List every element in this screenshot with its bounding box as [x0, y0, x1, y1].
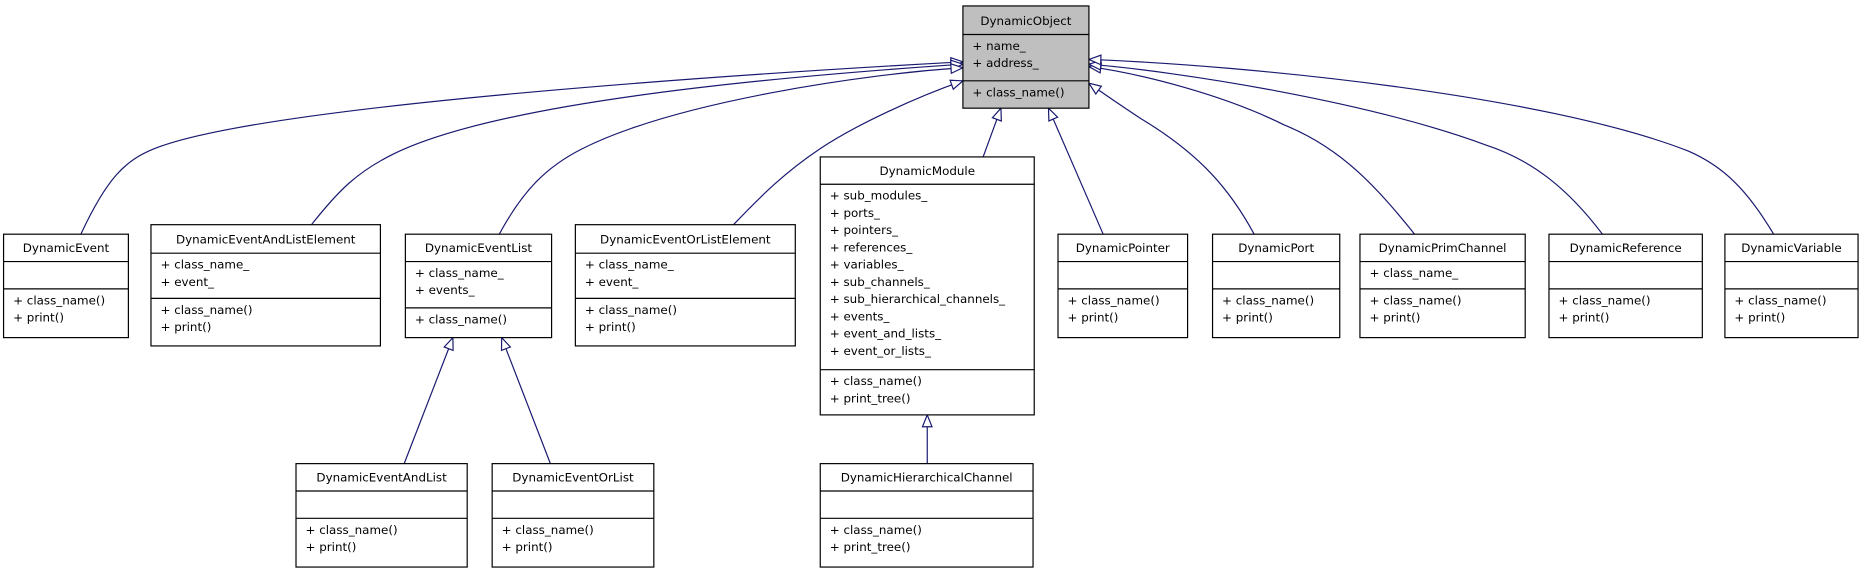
- class-method: + print_tree(): [830, 391, 911, 405]
- class-node-dynamic-event-or-list[interactable]: DynamicEventOrList + class_name() + print(…: [491, 463, 655, 568]
- class-attribute: + class_name_: [1369, 266, 1459, 280]
- class-method: + class_name(): [830, 523, 922, 537]
- class-method: + print(): [1222, 311, 1273, 325]
- class-attribute: + pointers_: [830, 223, 899, 237]
- inheritance-arrow-dynamic-prim-channel: [1089, 67, 1416, 235]
- class-method: + class_name(): [502, 523, 594, 537]
- class-name: DynamicObject: [980, 14, 1071, 28]
- inheritance-arrow-dynamic-module: [982, 108, 1001, 158]
- class-name: DynamicEvent: [23, 241, 110, 255]
- class-node-dynamic-event-or-list-element[interactable]: DynamicEventOrListElement + class_name_ + …: [574, 224, 796, 347]
- class-method: + print(): [1558, 311, 1609, 325]
- class-attribute: + class_name_: [585, 258, 675, 272]
- class-name: DynamicEventOrList: [512, 470, 634, 484]
- class-method: + class_name(): [1558, 293, 1650, 307]
- class-method: + print(): [1369, 311, 1420, 325]
- class-method: + print(): [585, 320, 636, 334]
- class-name: DynamicHierarchicalChannel: [841, 470, 1013, 484]
- class-attribute: + sub_modules_: [830, 189, 929, 203]
- class-name: DynamicEventAndList: [316, 470, 447, 484]
- class-method: + print(): [1734, 311, 1785, 325]
- class-name: DynamicModule: [879, 164, 975, 178]
- inheritance-arrow-dynamic-variable: [1089, 59, 1775, 235]
- class-method: + print(): [1068, 311, 1119, 325]
- class-node-dynamic-variable[interactable]: DynamicVariable + class_name() + print(): [1724, 233, 1859, 339]
- class-node-dynamic-port[interactable]: DynamicPort + class_name() + print(): [1211, 233, 1341, 339]
- class-attribute: + event_: [585, 275, 640, 289]
- class-attribute: + events_: [830, 309, 891, 323]
- class-method: + print(): [13, 311, 64, 325]
- class-name: DynamicPort: [1238, 241, 1314, 255]
- class-name: DynamicPrimChannel: [1379, 241, 1507, 255]
- class-method: + class_name(): [1222, 293, 1314, 307]
- class-node-dynamic-event-list[interactable]: DynamicEventList + class_name_ + events_ + …: [404, 233, 553, 339]
- class-method: + print(): [306, 540, 357, 554]
- inheritance-arrow-dynamic-event-or-list: [502, 338, 551, 464]
- class-attribute: + class_name_: [160, 258, 250, 272]
- class-attribute: + events_: [415, 283, 476, 297]
- class-node-dynamic-reference[interactable]: DynamicReference + class_name() + print(): [1548, 233, 1703, 339]
- class-inheritance-diagram: DynamicObject + name_ + address_ + class_na…: [2, 5, 1859, 568]
- class-attribute: + event_and_lists_: [830, 327, 942, 341]
- class-method: + class_name(): [160, 303, 252, 317]
- class-method: + class_name(): [306, 523, 398, 537]
- class-name: DynamicPointer: [1076, 241, 1170, 255]
- class-method: + class_name(): [1369, 293, 1461, 307]
- class-method: + class_name(): [415, 312, 507, 326]
- class-node-dynamic-event-and-list-element[interactable]: DynamicEventAndListElement + class_name_ +…: [150, 224, 382, 347]
- class-method: + class_name(): [830, 374, 922, 388]
- class-attribute: + class_name_: [415, 266, 505, 280]
- class-method: + print_tree(): [830, 540, 911, 554]
- class-node-dynamic-hierarchical-channel[interactable]: DynamicHierarchicalChannel + class_name()…: [819, 463, 1034, 568]
- class-method: + class_name(): [972, 85, 1064, 99]
- class-nodes: DynamicObject + name_ + address_ + class_na…: [2, 5, 1859, 568]
- inheritance-arrow-dynamic-reference: [1089, 64, 1603, 235]
- class-method: + class_name(): [1734, 293, 1826, 307]
- class-method: + class_name(): [585, 303, 677, 317]
- class-method: + class_name(): [13, 293, 105, 307]
- class-attribute: + sub_hierarchical_channels_: [830, 292, 1006, 306]
- class-node-dynamic-prim-channel[interactable]: DynamicPrimChannel + class_name_ + class_n…: [1359, 233, 1526, 339]
- class-attribute: + name_: [972, 39, 1026, 53]
- class-attribute: + event_or_lists_: [830, 344, 932, 358]
- inheritance-arrow-dynamic-event-and-list: [403, 338, 453, 464]
- class-attribute: + event_: [160, 275, 215, 289]
- class-method: + print(): [160, 320, 211, 334]
- inheritance-arrow-dynamic-port: [1089, 83, 1255, 235]
- class-attribute: + sub_channels_: [830, 275, 931, 289]
- class-attribute: + ports_: [830, 206, 881, 220]
- class-name: DynamicEventOrListElement: [600, 233, 771, 247]
- class-node-dynamic-event-and-list[interactable]: DynamicEventAndList + class_name() + print…: [295, 463, 468, 568]
- class-name: DynamicVariable: [1741, 241, 1841, 255]
- class-attribute: + variables_: [830, 258, 905, 272]
- class-node-dynamic-event[interactable]: DynamicEvent + class_name() + print(): [2, 233, 129, 339]
- class-method: + print(): [502, 540, 553, 554]
- class-attribute: + references_: [830, 240, 914, 254]
- class-node-dynamic-object[interactable]: DynamicObject + name_ + address_ + class_na…: [962, 5, 1090, 109]
- class-method: + class_name(): [1068, 293, 1160, 307]
- class-node-dynamic-pointer[interactable]: DynamicPointer + class_name() + print(): [1057, 233, 1189, 339]
- inheritance-arrow-dynamic-pointer: [1049, 108, 1104, 235]
- class-name: DynamicReference: [1570, 241, 1682, 255]
- class-name: DynamicEventList: [425, 241, 532, 255]
- class-attribute: + address_: [972, 56, 1039, 70]
- class-name: DynamicEventAndListElement: [176, 233, 356, 247]
- class-node-dynamic-module[interactable]: DynamicModule + sub_modules_ + ports_ + poi…: [819, 156, 1035, 416]
